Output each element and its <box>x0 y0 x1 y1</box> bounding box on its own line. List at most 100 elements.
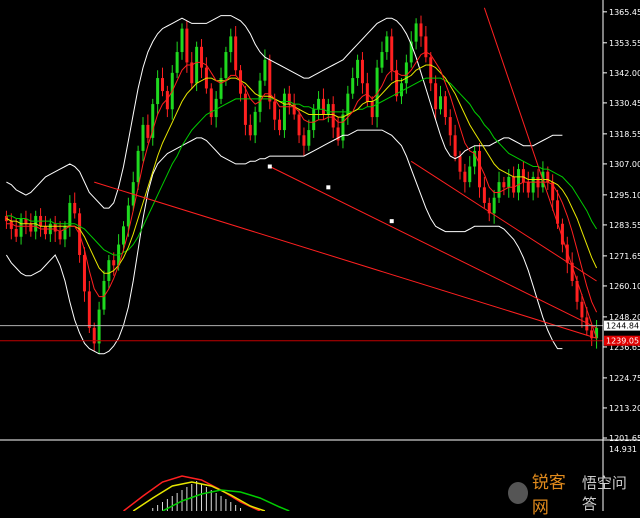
candle-body <box>112 260 116 266</box>
price-tick-label: 1365.45 <box>609 8 640 17</box>
candle-body <box>526 182 530 193</box>
candle-body <box>512 176 516 193</box>
candle-body <box>9 221 13 229</box>
candle-body <box>248 124 252 136</box>
candle-body <box>346 93 350 115</box>
candle-body <box>97 309 101 344</box>
candle-body <box>214 98 218 118</box>
candle-body <box>482 187 486 203</box>
candle-body <box>419 23 423 37</box>
watermark: 锐客网 悟空问答 <box>508 473 636 518</box>
candle-body <box>317 98 321 110</box>
price-tick-label: 1318.55 <box>609 130 640 139</box>
candle-body <box>195 46 199 84</box>
candle-body <box>82 254 86 292</box>
candle-body <box>282 93 286 131</box>
trend-anchor-point <box>326 185 331 190</box>
candle-body <box>146 124 150 138</box>
candle-body <box>180 28 184 53</box>
candle-body <box>273 101 277 120</box>
candle-body <box>517 169 521 193</box>
candle-body <box>312 109 316 131</box>
candle-body <box>297 114 301 136</box>
price-tick-label: 1342.00 <box>609 69 640 78</box>
candle-body <box>385 36 389 53</box>
candle-body <box>507 176 511 188</box>
candle-body <box>302 135 306 146</box>
candle-body <box>107 260 111 281</box>
price-tick-label: 1353.55 <box>609 39 640 48</box>
candle-body <box>521 169 525 183</box>
candle-body <box>136 150 140 183</box>
candle-body <box>141 124 145 151</box>
candle-body <box>185 28 189 63</box>
candle-body <box>380 52 384 68</box>
candle-body <box>126 205 130 227</box>
candle-body <box>234 36 238 71</box>
candle-body <box>468 166 472 183</box>
candle-body <box>58 231 62 240</box>
price-tick-label: 1213.20 <box>609 404 640 413</box>
price-tick-label: 1283.55 <box>609 221 640 230</box>
candle-body <box>175 52 179 73</box>
candle-body <box>458 156 462 172</box>
candle-body <box>370 101 374 118</box>
logo-icon <box>508 482 528 504</box>
candle-body <box>73 202 77 214</box>
indicator-tick-label: 14.931 <box>609 445 637 454</box>
candle-body <box>438 96 442 110</box>
trend-anchor-point <box>267 164 272 169</box>
candle-body <box>395 70 399 97</box>
candle-body <box>492 197 496 214</box>
candle-body <box>356 59 360 79</box>
candle-body <box>156 78 160 105</box>
candle-body <box>190 62 194 84</box>
candle-body <box>453 135 457 157</box>
candle-body <box>434 83 438 110</box>
candle-body <box>326 104 330 115</box>
candle-body <box>478 150 482 188</box>
candle-body <box>331 104 335 128</box>
candle-body <box>463 171 467 183</box>
price-tick-label: 1201.65 <box>609 434 640 443</box>
chart-canvas: 1365.45 1353.55 1342.00 1330.45 1318.55 1307.… <box>0 0 640 512</box>
price-tick-label: 1260.10 <box>609 282 640 291</box>
price-tick-label: 1295.10 <box>609 191 640 200</box>
price-chart: 1365.45 1353.55 1342.00 1330.45 1318.55 1307.… <box>0 0 640 512</box>
price-tick-label: 1224.75 <box>609 374 640 383</box>
candle-body <box>580 301 584 318</box>
candle-body <box>360 59 364 84</box>
candle-body <box>53 223 57 232</box>
candle-body <box>43 226 47 235</box>
current-price-label: 1244.84 <box>606 322 639 331</box>
candle-body <box>307 130 311 146</box>
candle-body <box>448 117 452 136</box>
candle-body <box>502 182 506 188</box>
candle-body <box>19 218 23 237</box>
candle-body <box>321 98 325 115</box>
candle-body <box>224 52 228 79</box>
candle-body <box>243 93 247 125</box>
candle-body <box>87 291 91 328</box>
candle-body <box>429 57 433 84</box>
candle-body <box>121 226 125 245</box>
candle-body <box>29 223 33 232</box>
candle-body <box>414 23 418 42</box>
candle-body <box>253 111 257 136</box>
candle-body <box>365 83 369 102</box>
candle-body <box>200 46 204 68</box>
candle-body <box>278 119 282 131</box>
candle-body <box>263 59 267 81</box>
candle-body <box>161 78 165 92</box>
candle-body <box>443 96 447 118</box>
candle-body <box>399 83 403 97</box>
price-tick-label: 1248.20 <box>609 313 640 322</box>
candle-body <box>404 62 408 84</box>
candle-body <box>229 36 233 53</box>
candle-body <box>14 228 18 237</box>
price-tick-label: 1271.65 <box>609 252 640 261</box>
level-price-label: 1239.05 <box>606 337 639 346</box>
candle-body <box>424 36 428 58</box>
price-tick-label: 1330.45 <box>609 99 640 108</box>
candle-body <box>341 114 345 141</box>
